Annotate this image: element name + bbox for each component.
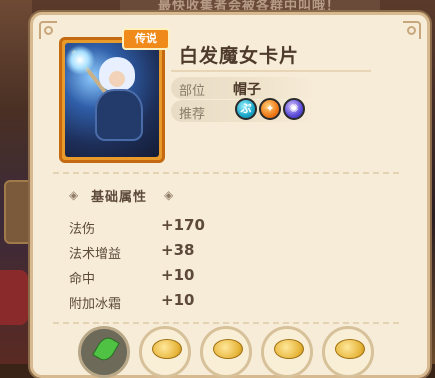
title-underline [171, 70, 371, 72]
coin-icon [213, 339, 243, 359]
panel-corner-ornament [403, 21, 421, 39]
panel-corner-ornament [39, 21, 57, 39]
recommend-label: 推荐 [179, 107, 206, 122]
slot-value: 帽子 [233, 82, 261, 98]
coin-icon [274, 339, 304, 359]
attributes-title: 基础属性 [91, 190, 148, 205]
stat-value: +38 [161, 241, 195, 259]
stat-label: 法伤 [69, 222, 96, 237]
item-slot-coin[interactable] [322, 326, 374, 378]
stat-label: 法术增益 [69, 247, 122, 262]
magic-glow [65, 45, 95, 75]
stat-label: 附加冰霜 [69, 297, 122, 312]
section-divider [53, 172, 399, 174]
water-element-icon[interactable]: ぷ [235, 98, 257, 120]
coin-icon [335, 339, 365, 359]
card-detail-panel: 传说 白发魔女卡片 部位 帽子 推荐 ぷ ✦ ✺ ◈ 基础属性 ◈ 法伤 +17… [30, 12, 430, 378]
stat-value: +10 [161, 266, 195, 284]
stat-label: 命中 [69, 272, 96, 287]
item-slot-coin[interactable] [139, 326, 191, 378]
background-left-sidebar [0, 0, 34, 364]
card-portrait: 传说 [59, 28, 170, 163]
background-item [0, 270, 28, 325]
arcane-element-icon[interactable]: ✺ [283, 98, 305, 120]
rarity-badge: 传说 [122, 28, 170, 50]
card-art [65, 43, 159, 157]
slot-label: 部位 [179, 84, 206, 99]
item-slot-coin[interactable] [200, 326, 252, 378]
ornament-icon: ◈ [164, 188, 174, 202]
fire-element-icon[interactable]: ✦ [259, 98, 281, 120]
attributes-header: ◈ 基础属性 ◈ [69, 186, 179, 205]
item-slot-leaf[interactable] [78, 326, 130, 378]
ornament-icon: ◈ [69, 188, 79, 202]
item-slot-coin[interactable] [261, 326, 313, 378]
stat-value: +10 [161, 291, 195, 309]
face-shape [109, 71, 125, 87]
body-shape [95, 89, 143, 141]
stat-value: +170 [161, 216, 205, 234]
card-title: 白发魔女卡片 [179, 45, 300, 67]
leaf-icon [92, 334, 120, 364]
section-divider [53, 322, 399, 324]
coin-icon [152, 339, 182, 359]
